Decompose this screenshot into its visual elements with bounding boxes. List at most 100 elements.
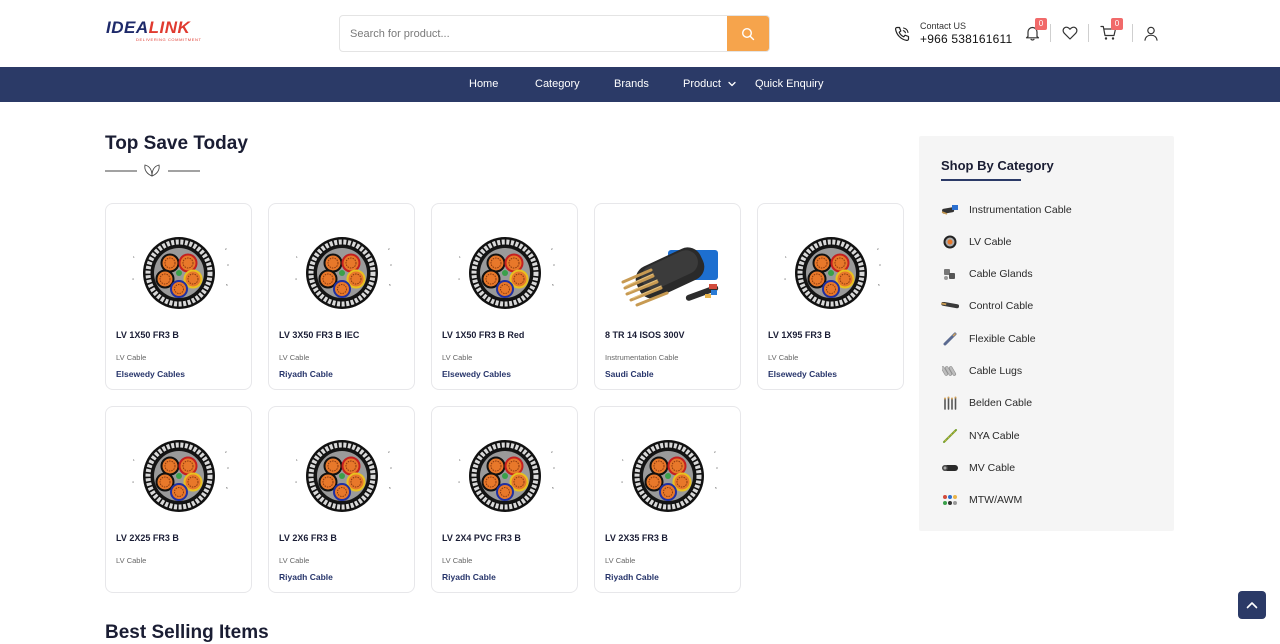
mtw-awm-icon — [941, 493, 959, 507]
product-brand[interactable]: Riyadh Cable — [442, 572, 496, 582]
sidebar-item-nya-cable[interactable]: NYA Cable — [941, 426, 1020, 446]
sidebar-item-mtw-awm[interactable]: MTW/AWM — [941, 490, 1022, 510]
instrumentation-cable-icon — [941, 203, 959, 217]
product-card[interactable]: LV 1X50 FR3 B Red LV Cable Elsewedy Cabl… — [431, 203, 578, 390]
sidebar-item-label: NYA Cable — [969, 430, 1020, 442]
nav-product[interactable]: Product — [683, 67, 736, 102]
lv-cable-product-image — [124, 431, 234, 521]
product-brand[interactable]: Elsewedy Cables — [116, 369, 185, 379]
lv-cable-product-image — [450, 228, 560, 318]
sidebar-item-mv-cable[interactable]: MV Cable — [941, 458, 1015, 478]
product-brand[interactable]: Elsewedy Cables — [442, 369, 511, 379]
lv-cable-product-image — [450, 431, 560, 521]
lv-cable-product-image — [776, 228, 886, 318]
product-brand[interactable]: Saudi Cable — [605, 369, 654, 379]
nav-home[interactable]: Home — [469, 67, 498, 102]
product-category: LV Cable — [116, 353, 147, 362]
lv-cable-product-image — [124, 228, 234, 318]
sidebar-item-belden-cable[interactable]: Belden Cable — [941, 393, 1032, 413]
nav-category[interactable]: Category — [535, 67, 580, 102]
back-to-top-button[interactable] — [1238, 591, 1266, 619]
site-logo[interactable]: IDEALINK DELIVERING COMMITMENT — [106, 19, 218, 45]
search-input[interactable] — [340, 16, 729, 51]
product-card[interactable]: LV 2X25 FR3 B LV Cable — [105, 406, 252, 593]
notification-count-badge: 0 — [1035, 18, 1047, 30]
nya-cable-icon — [941, 429, 959, 443]
product-category: LV Cable — [442, 353, 473, 362]
product-name: LV 1X50 FR3 B Red — [442, 330, 525, 340]
cart-count-badge: 0 — [1111, 18, 1123, 30]
lv-cable-product-image — [287, 228, 397, 318]
instrumentation-cable-product-image — [621, 247, 719, 307]
shop-by-category-panel: Shop By Category Instrumentation Cable L… — [919, 136, 1174, 531]
product-name: LV 2X6 FR3 B — [279, 533, 337, 543]
next-section-title: Best Selling Items — [105, 622, 269, 643]
nav-quick-enquiry[interactable]: Quick Enquiry — [755, 67, 823, 102]
notifications-button[interactable]: 0 — [1023, 18, 1047, 42]
main-nav: Home Category Brands Product Quick Enqui… — [0, 67, 1280, 102]
product-name: LV 1X95 FR3 B — [768, 330, 831, 340]
product-card[interactable]: LV 1X50 FR3 B LV Cable Elsewedy Cables — [105, 203, 252, 390]
sidebar-item-cable-lugs[interactable]: Cable Lugs — [941, 361, 1022, 381]
chevron-up-icon — [1246, 602, 1258, 609]
leaf-divider-icon — [105, 164, 200, 177]
wishlist-button[interactable] — [1061, 24, 1079, 42]
product-name: 8 TR 14 ISOS 300V — [605, 330, 685, 340]
product-card[interactable]: 8 TR 14 ISOS 300V Instrumentation Cable … — [594, 203, 741, 390]
heart-icon — [1062, 26, 1078, 40]
product-category: LV Cable — [442, 556, 473, 565]
product-card[interactable]: LV 2X6 FR3 B LV Cable Riyadh Cable — [268, 406, 415, 593]
product-name: LV 1X50 FR3 B — [116, 330, 179, 340]
contact-info[interactable]: Contact US +966 538161611 — [893, 19, 1012, 49]
product-card[interactable]: LV 3X50 FR3 B IEC LV Cable Riyadh Cable — [268, 203, 415, 390]
account-button[interactable] — [1142, 24, 1160, 42]
sidebar-item-label: Cable Glands — [969, 268, 1033, 280]
divider — [1132, 24, 1133, 42]
sidebar-item-cable-glands[interactable]: Cable Glands — [941, 264, 1033, 284]
cable-lugs-icon — [941, 364, 959, 378]
product-brand[interactable]: Riyadh Cable — [279, 369, 333, 379]
sidebar-item-control-cable[interactable]: Control Cable — [941, 296, 1033, 316]
divider — [1088, 24, 1089, 42]
product-category: LV Cable — [605, 556, 636, 565]
product-card[interactable]: LV 2X35 FR3 B LV Cable Riyadh Cable — [594, 406, 741, 593]
sidebar-item-label: Belden Cable — [969, 397, 1033, 409]
sidebar-item-instrumentation-cable[interactable]: Instrumentation Cable — [941, 200, 1072, 220]
phone-icon — [894, 26, 910, 42]
product-brand[interactable]: Riyadh Cable — [605, 572, 659, 582]
product-category: LV Cable — [279, 353, 310, 362]
sidebar-item-label: Instrumentation Cable — [969, 204, 1072, 216]
sidebar-item-flexible-cable[interactable]: Flexible Cable — [941, 329, 1036, 349]
product-category: LV Cable — [768, 353, 799, 362]
search-button[interactable] — [727, 16, 769, 51]
product-name: LV 3X50 FR3 B IEC — [279, 330, 360, 340]
contact-phone: +966 538161611 — [920, 32, 1013, 46]
nav-product-label: Product — [683, 78, 721, 90]
sidebar-item-label: Flexible Cable — [969, 333, 1036, 345]
cart-button[interactable]: 0 — [1099, 18, 1123, 42]
site-header: IDEALINK DELIVERING COMMITMENT Contact U… — [0, 0, 1280, 67]
lv-cable-product-image — [287, 431, 397, 521]
lv-cable-product-image — [613, 431, 723, 521]
belden-cable-icon — [941, 396, 959, 410]
nav-brands[interactable]: Brands — [614, 67, 649, 102]
product-brand[interactable]: Elsewedy Cables — [768, 369, 837, 379]
sidebar-item-label: LV Cable — [969, 236, 1012, 248]
product-category: LV Cable — [279, 556, 310, 565]
search-bar — [339, 15, 770, 52]
product-brand[interactable]: Riyadh Cable — [279, 572, 333, 582]
sidebar-title: Shop By Category — [941, 158, 1054, 173]
product-card[interactable]: LV 2X4 PVC FR3 B LV Cable Riyadh Cable — [431, 406, 578, 593]
sidebar-item-lv-cable[interactable]: LV Cable — [941, 232, 1011, 252]
contact-label: Contact US — [920, 21, 967, 31]
section-title: Top Save Today — [105, 133, 248, 154]
search-icon — [741, 27, 755, 40]
product-card[interactable]: LV 1X95 FR3 B LV Cable Elsewedy Cables — [757, 203, 904, 390]
mv-cable-icon — [941, 461, 959, 475]
product-category: LV Cable — [116, 556, 147, 565]
sidebar-item-label: Cable Lugs — [969, 365, 1023, 377]
divider — [1050, 24, 1051, 42]
lv-cable-icon — [941, 235, 959, 249]
cable-glands-icon — [941, 267, 959, 281]
flexible-cable-icon — [941, 332, 959, 346]
